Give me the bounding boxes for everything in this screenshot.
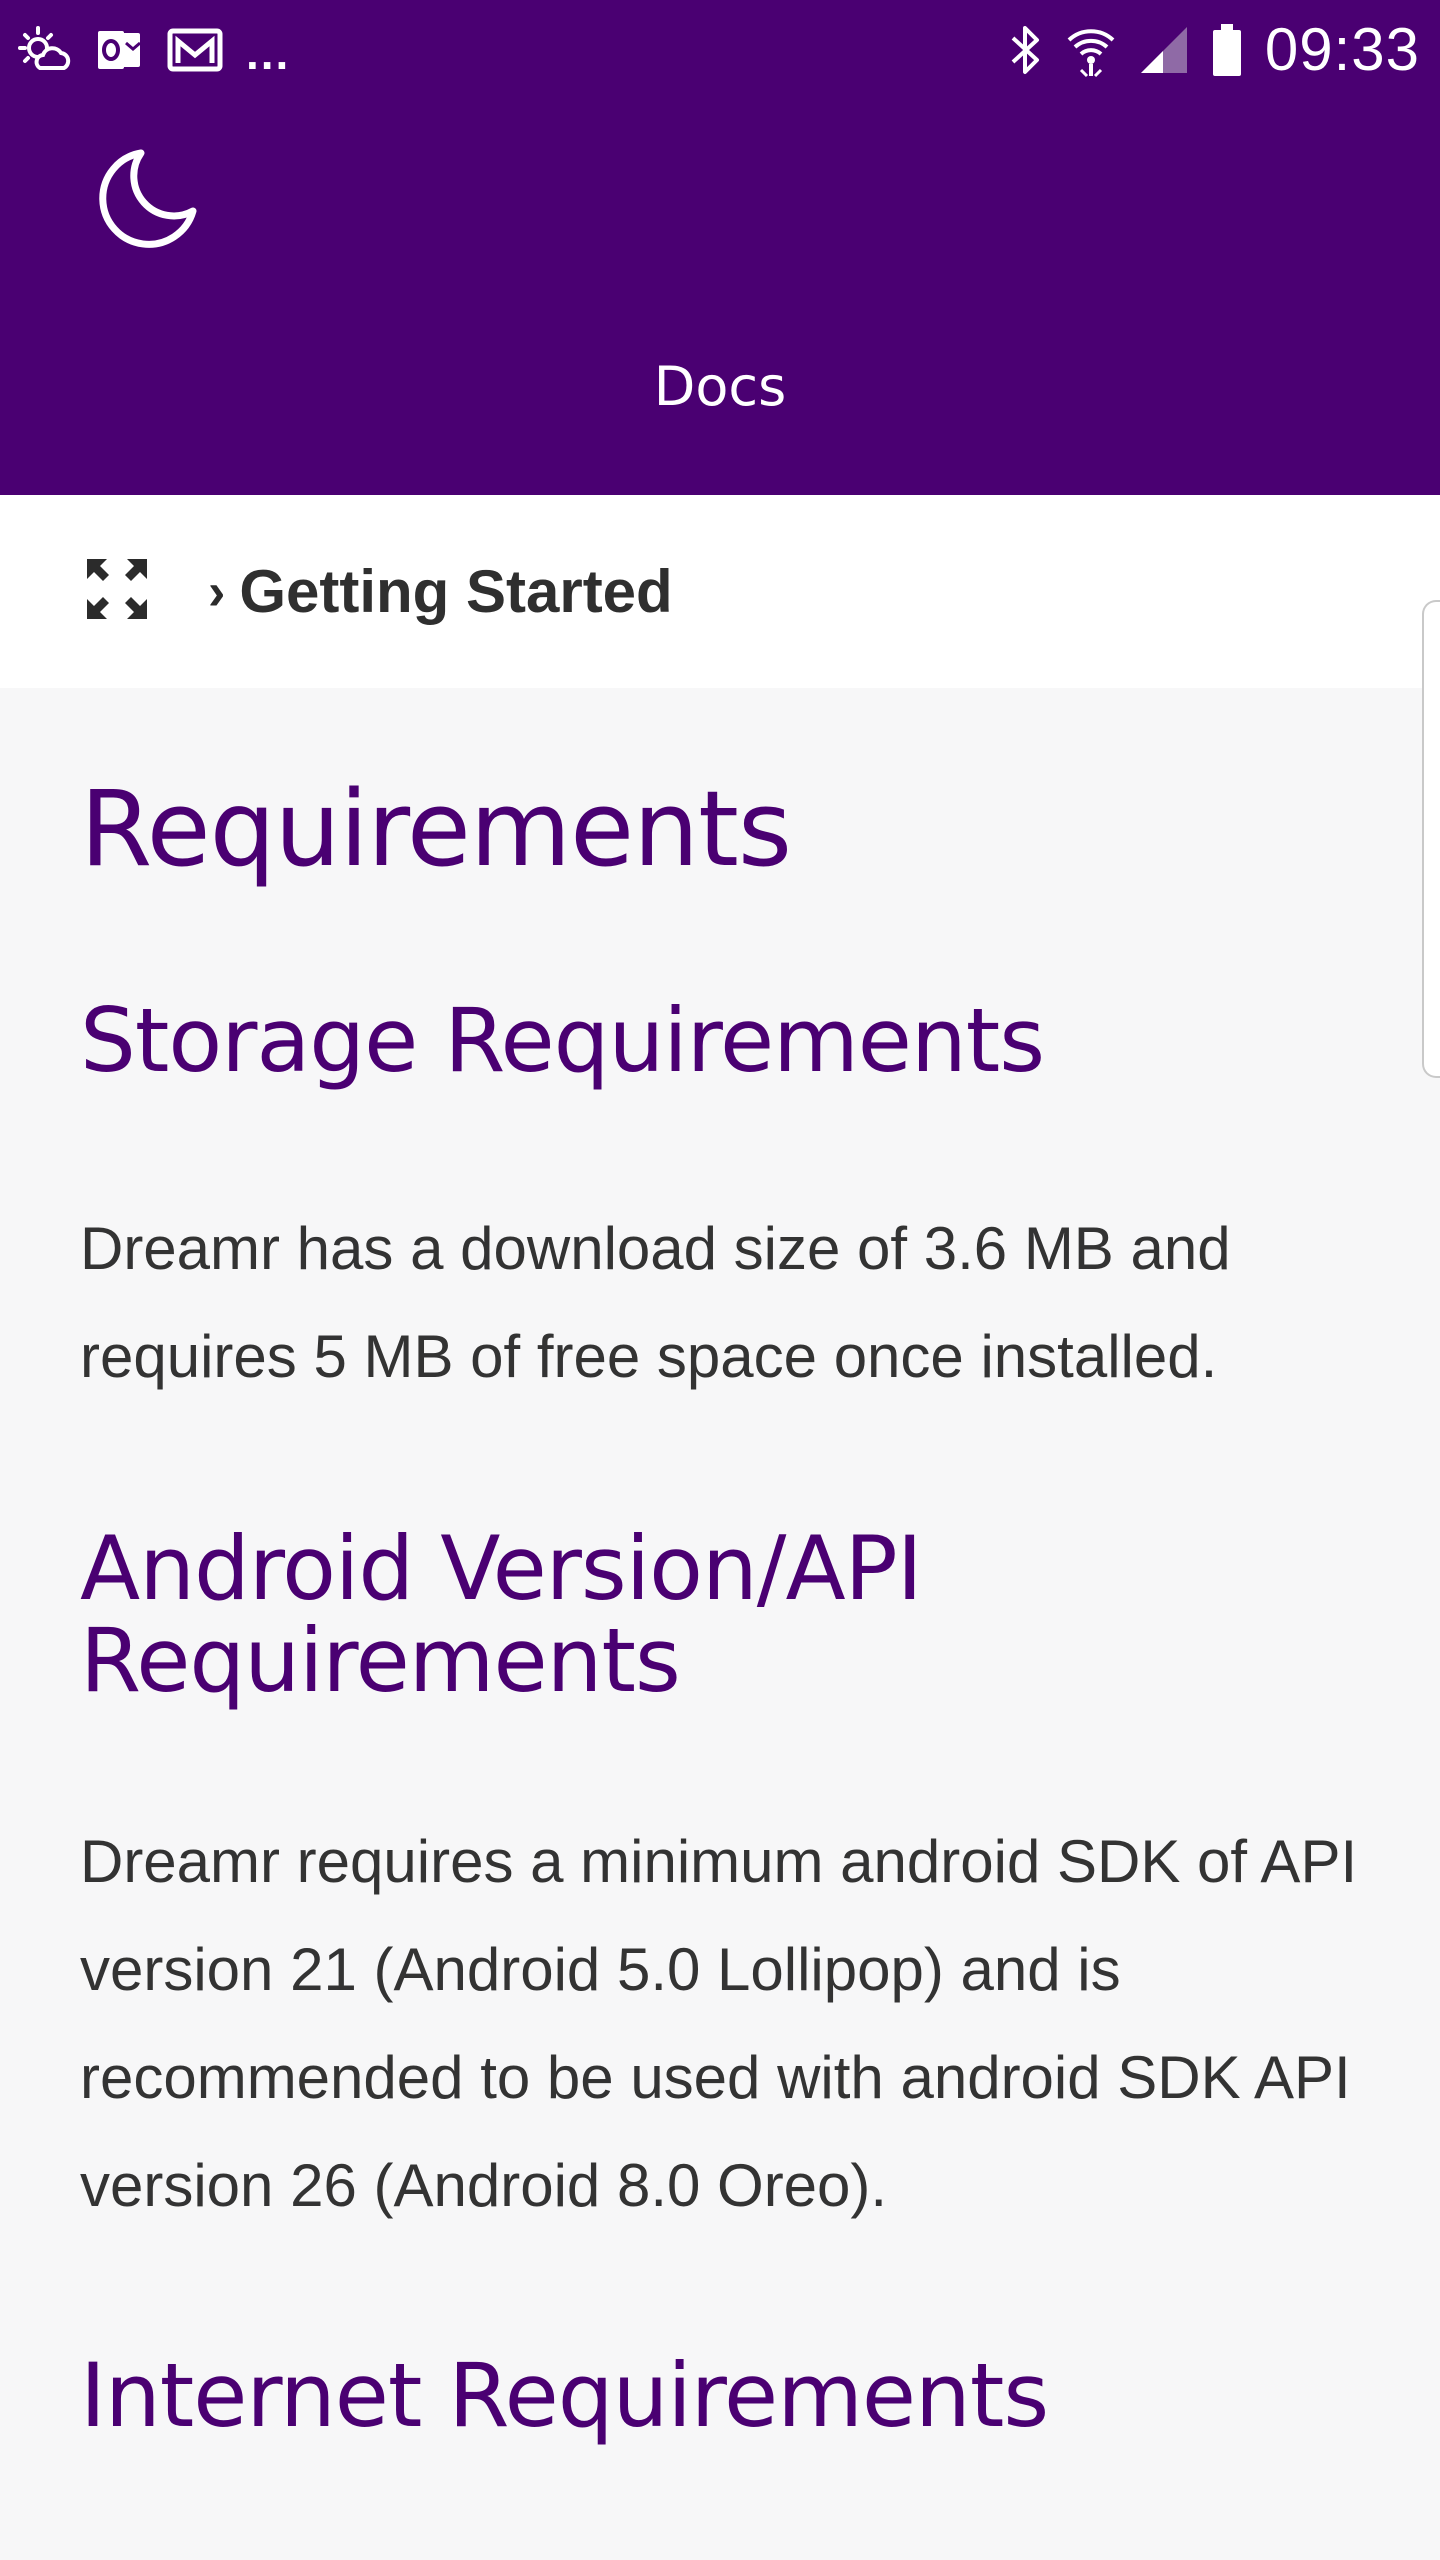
status-right: 09:33 [1007,20,1420,80]
status-left: ... [14,24,290,76]
breadcrumb-separator: › [208,562,226,621]
bluetooth-icon [1007,22,1043,78]
section-body-android: Dreamr requires a minimum android SDK of… [80,1828,1358,2219]
app-bar-title: Docs [653,355,787,418]
outlook-icon [94,25,144,75]
weather-icon [14,24,72,76]
breadcrumb-current[interactable]: Getting Started [239,557,672,626]
expand-icon [85,557,149,626]
breadcrumb: › Getting Started [0,495,1440,688]
page-title: Requirements [80,768,792,890]
scroll-tab-handle[interactable] [1422,600,1440,1078]
section-heading-android: Android Version/API Requirements [80,1517,923,1712]
section-heading-internet: Internet Requirements [80,2344,1049,2447]
section-heading-storage: Storage Requirements [80,989,1045,1092]
battery-icon [1211,22,1243,78]
moon-icon [95,145,201,256]
signal-icon [1139,25,1189,75]
wifi-icon [1065,22,1117,78]
mail-icon [166,25,224,75]
theme-toggle-button[interactable] [88,140,208,260]
expand-button[interactable] [84,559,150,625]
app-bar: ... 09:33 Docs [0,0,1440,495]
status-time: 09:33 [1264,16,1420,83]
section-body-storage: Dreamr has a download size of 3.6 MB and… [80,1215,1231,1390]
status-bar: ... 09:33 [0,0,1440,100]
status-overflow: ... [246,27,291,79]
